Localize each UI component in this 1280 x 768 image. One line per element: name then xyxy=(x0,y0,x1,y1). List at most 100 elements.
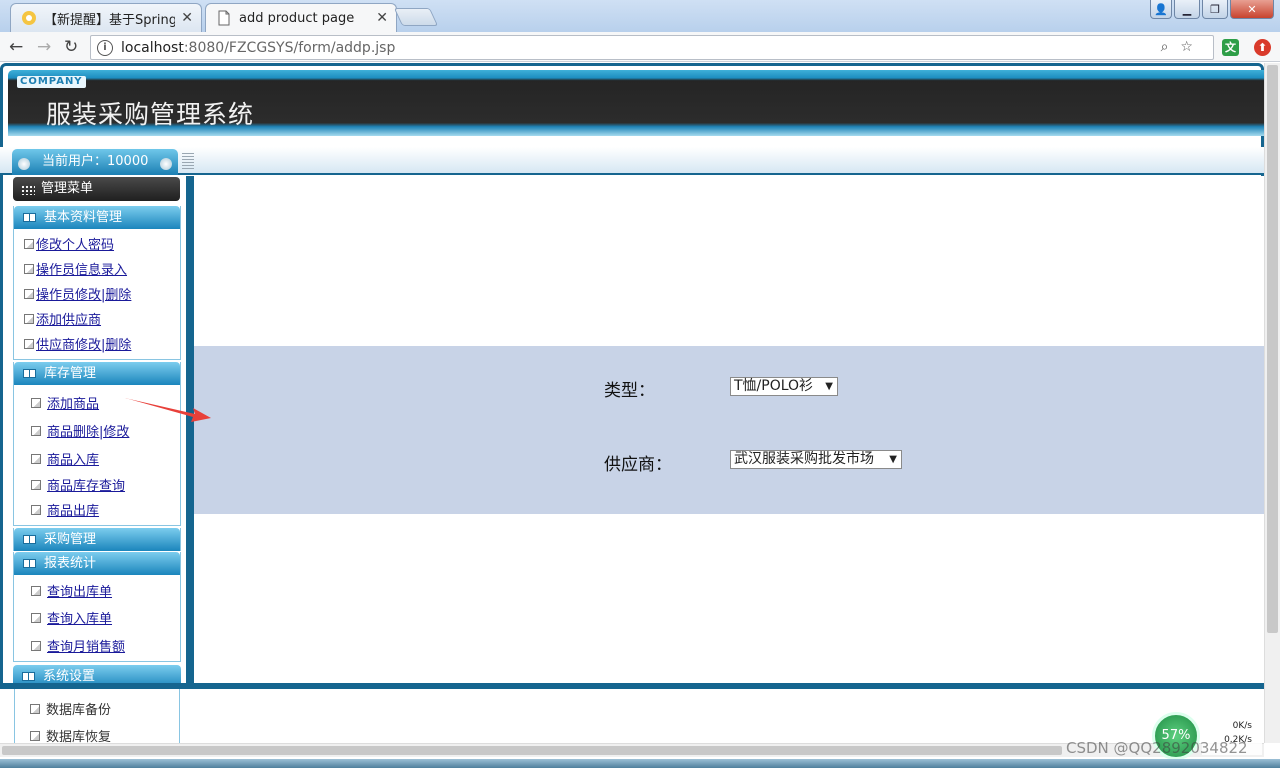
profile-icon[interactable]: 👤 xyxy=(1150,0,1172,19)
item-label: 商品删除|修改 xyxy=(47,425,130,440)
page-viewport: COMPANY 服装采购管理系统 当前用户：10000 管理菜单 基本资料管理 … xyxy=(0,63,1280,768)
item-label: 添加供应商 xyxy=(36,313,102,328)
doc-icon xyxy=(31,397,41,408)
sidebar-section-purchase: 采购管理 xyxy=(13,528,181,551)
doc-icon xyxy=(24,338,34,349)
doc-icon xyxy=(31,612,41,623)
tab-label: add product page xyxy=(239,10,355,26)
section-title: 报表统计 xyxy=(44,556,97,571)
forum-favicon-icon xyxy=(22,11,36,25)
sidebar-item-stock-out[interactable]: 商品出库 xyxy=(31,500,99,519)
doc-icon xyxy=(24,263,34,274)
net-upload: 0K/s xyxy=(1232,721,1252,731)
sidebar-section-inventory: 库存管理 添加商品 商品删除|修改 商品入库 商品库存查询 商品出库 xyxy=(13,362,181,526)
info-icon[interactable]: i xyxy=(97,39,113,56)
section-header[interactable]: 库存管理 xyxy=(14,362,180,385)
address-bar[interactable]: i localhost:8080/FZCGSYS/form/addp.jsp ⌕… xyxy=(90,35,1214,60)
url-host: localhost xyxy=(121,39,184,56)
knob-icon xyxy=(18,158,30,170)
item-label: 商品库存查询 xyxy=(47,479,126,494)
book-icon xyxy=(23,213,36,222)
sidebar-item-outbound-orders[interactable]: 查询出库单 xyxy=(31,581,112,600)
current-user-tab: 当前用户：10000 xyxy=(12,149,178,175)
sidebar-item-product-edit[interactable]: 商品删除|修改 xyxy=(31,421,129,440)
doc-icon xyxy=(24,313,34,324)
item-label: 查询出库单 xyxy=(47,585,113,600)
zoom-and-bookmark-icons[interactable]: ⌕☆ xyxy=(1161,39,1205,55)
upload-extension-icon[interactable]: ⬆ xyxy=(1254,39,1271,56)
doc-icon xyxy=(31,453,41,464)
tab-close-icon[interactable]: ✕ xyxy=(181,10,193,26)
supplier-label: 供应商： xyxy=(604,455,672,475)
app-banner: COMPANY 服装采购管理系统 xyxy=(8,70,1264,136)
dropdown-caret-icon: ▼ xyxy=(889,454,897,465)
item-label: 查询月销售额 xyxy=(47,640,126,655)
reload-icon[interactable]: ↻ xyxy=(64,37,78,57)
content-frame: 类型： T恤/POLO衫 ▼ 供应商： 武汉服装采购批发市场 ▼ xyxy=(194,176,1264,684)
horizontal-scroll-thumb[interactable] xyxy=(2,746,1062,755)
close-window-button[interactable]: ✕ xyxy=(1230,0,1274,19)
user-bar: 当前用户：10000 xyxy=(0,147,1264,175)
doc-icon xyxy=(31,585,41,596)
sidebar-item-inbound-orders[interactable]: 查询入库单 xyxy=(31,608,112,627)
sidebar-item-operator-edit[interactable]: 操作员修改|删除 xyxy=(24,284,131,303)
product-form: 类型： T恤/POLO衫 ▼ 供应商： 武汉服装采购批发市场 ▼ xyxy=(194,346,1264,514)
sidebar-divider xyxy=(186,176,194,684)
company-logo: COMPANY xyxy=(17,76,86,88)
tab-close-icon[interactable]: ✕ xyxy=(376,10,388,26)
page-favicon-icon xyxy=(218,10,230,26)
sidebar-item-stock-query[interactable]: 商品库存查询 xyxy=(31,475,125,494)
splitter-grip-icon[interactable] xyxy=(182,153,194,169)
sidebar-item-add-product[interactable]: 添加商品 xyxy=(31,393,99,412)
doc-icon xyxy=(31,425,41,436)
os-taskbar xyxy=(0,759,1280,768)
sidebar-item-supplier-edit[interactable]: 供应商修改|删除 xyxy=(24,334,131,353)
new-tab-button[interactable] xyxy=(393,8,439,26)
app-title: 服装采购管理系统 xyxy=(46,100,255,129)
item-label: 操作员修改|删除 xyxy=(36,288,132,303)
frame-footer-bar xyxy=(0,683,1264,689)
forward-arrow-icon[interactable]: → xyxy=(37,37,51,57)
grid-icon xyxy=(21,185,35,195)
book-icon xyxy=(23,559,36,568)
doc-icon xyxy=(24,288,34,299)
sidebar-item-add-supplier[interactable]: 添加供应商 xyxy=(24,309,101,328)
supplier-select-value: 武汉服装采购批发市场 xyxy=(734,451,874,467)
book-icon xyxy=(23,369,36,378)
menu-header: 管理菜单 xyxy=(13,177,180,201)
item-label: 商品入库 xyxy=(47,453,100,468)
section-title: 基本资料管理 xyxy=(44,210,123,225)
section-header[interactable]: 报表统计 xyxy=(14,552,180,575)
window-controls: 👤 ▁ ❐ ✕ xyxy=(1150,0,1274,19)
vertical-scroll-thumb[interactable] xyxy=(1267,65,1278,633)
translate-extension-icon[interactable]: 文 xyxy=(1222,39,1239,56)
vertical-scrollbar[interactable] xyxy=(1264,63,1280,743)
maximize-button[interactable]: ❐ xyxy=(1202,0,1228,19)
url-path: :8080/FZCGSYS/form/addp.jsp xyxy=(183,39,396,56)
sidebar-section-reports: 报表统计 查询出库单 查询入库单 查询月销售额 xyxy=(13,552,181,662)
browser-tab-forum[interactable]: 【新提醒】基于SpringM ✕ xyxy=(10,3,202,32)
book-icon xyxy=(23,535,36,544)
doc-icon xyxy=(31,479,41,490)
sidebar-item-monthly-sales[interactable]: 查询月销售额 xyxy=(31,636,125,655)
back-arrow-icon[interactable]: ← xyxy=(9,37,23,57)
type-label: 类型： xyxy=(604,381,655,401)
browser-tab-add-product[interactable]: add product page ✕ xyxy=(205,3,397,32)
section-title: 库存管理 xyxy=(44,366,97,381)
sidebar-item-change-password[interactable]: 修改个人密码 xyxy=(24,234,114,253)
sidebar: 管理菜单 基本资料管理 修改个人密码 操作员信息录入 操作员修改|删除 添加供应… xyxy=(13,176,181,768)
section-header[interactable]: 采购管理 xyxy=(14,528,180,551)
sidebar-item-operator-entry[interactable]: 操作员信息录入 xyxy=(24,259,127,278)
annotation-arrow-icon xyxy=(125,398,211,422)
type-select[interactable]: T恤/POLO衫 ▼ xyxy=(730,377,838,396)
section-header[interactable]: 基本资料管理 xyxy=(14,206,180,229)
minimize-button[interactable]: ▁ xyxy=(1174,0,1200,19)
item-label: 操作员信息录入 xyxy=(36,263,128,278)
current-user-label: 当前用户：10000 xyxy=(42,154,149,169)
doc-icon xyxy=(31,640,41,651)
supplier-select[interactable]: 武汉服装采购批发市场 ▼ xyxy=(730,450,902,469)
section-title: 系统设置 xyxy=(43,669,96,684)
sidebar-item-stock-in[interactable]: 商品入库 xyxy=(31,449,99,468)
section-title: 采购管理 xyxy=(44,532,97,547)
knob-icon xyxy=(160,158,172,170)
